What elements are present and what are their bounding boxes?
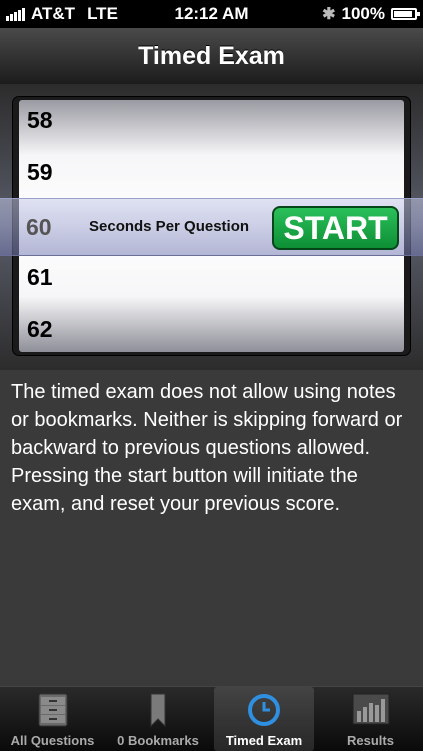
tab-timed-exam[interactable]: Timed Exam	[214, 687, 314, 751]
bluetooth-icon: ✱	[322, 6, 336, 23]
picker-selected-value[interactable]: 60	[26, 199, 52, 255]
tab-label: 0 Bookmarks	[117, 733, 199, 748]
start-button[interactable]: START	[272, 206, 399, 250]
page-title: Timed Exam	[138, 42, 285, 70]
battery-icon	[391, 8, 420, 20]
tab-label: Timed Exam	[225, 733, 303, 748]
tab-all-questions[interactable]: All Questions	[0, 687, 105, 751]
cabinet-icon	[38, 693, 68, 730]
tab-bar: All Questions 0 Bookmarks Timed Exam Res…	[0, 686, 423, 751]
bar-chart-icon	[352, 693, 390, 728]
tab-results[interactable]: Results	[318, 687, 423, 751]
navigation-bar: Timed Exam	[0, 28, 423, 85]
tab-label: Results	[347, 733, 394, 748]
exam-description: The timed exam does not allow using note…	[11, 381, 403, 515]
picker-option[interactable]: 58	[19, 100, 404, 146]
status-bar: AT&T LTE 12:12 AM ✱ 100%	[0, 0, 423, 28]
picker-option[interactable]: 59	[19, 146, 404, 198]
bookmark-icon	[150, 693, 166, 730]
picker-option[interactable]: 61	[19, 251, 404, 303]
picker-option[interactable]: 62	[19, 303, 404, 352]
tab-bookmarks[interactable]: 0 Bookmarks	[105, 687, 211, 751]
seconds-per-question-label: Seconds Per Question	[89, 218, 250, 235]
clock-icon	[247, 693, 281, 730]
status-right: ✱ 100%	[322, 4, 420, 24]
tab-label: All Questions	[10, 733, 95, 748]
battery-percent: 100%	[341, 4, 385, 23]
